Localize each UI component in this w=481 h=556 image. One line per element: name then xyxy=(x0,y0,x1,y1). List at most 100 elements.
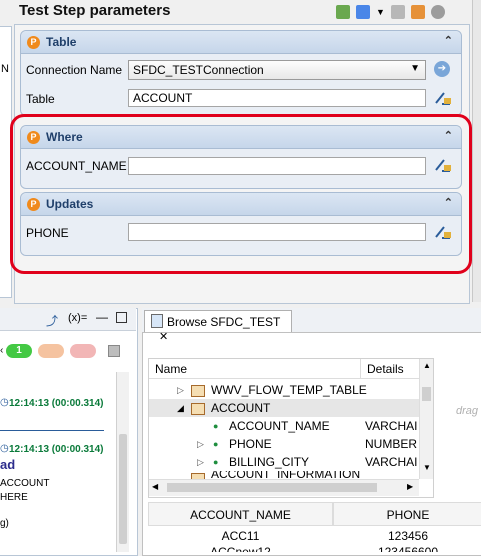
results-scrollbar[interactable] xyxy=(116,372,129,552)
edit-value-icon[interactable] xyxy=(434,157,452,173)
tree-row-name: WWV_FLOW_TEMP_TABLE xyxy=(211,383,367,397)
minimize-icon[interactable]: — xyxy=(96,310,108,324)
warning-count-badge xyxy=(38,344,64,358)
page-title: Test Step parameters xyxy=(19,2,171,19)
tab-label: Browse SFDC_TEST xyxy=(167,315,281,329)
browse-icon xyxy=(151,314,163,328)
navigate-icon[interactable]: ➔ xyxy=(434,61,450,77)
tree-row-name: ACCOUNT xyxy=(211,401,271,415)
expand-icon[interactable]: ▷ xyxy=(177,381,184,399)
tree-row-name: ACCOUNT_NAME xyxy=(229,419,330,433)
table-icon xyxy=(191,403,205,415)
data-grid: ACCOUNT_NAME PHONE ACC11 123456 ACCnew12… xyxy=(148,502,481,552)
tree-row-details: VARCHAI xyxy=(365,455,418,469)
connection-name-label: Connection Name xyxy=(26,63,123,77)
where-section-header[interactable]: P Where ⌃ xyxy=(21,126,461,149)
grid-cell[interactable]: ACCnew12 xyxy=(148,542,333,552)
pass-count-badge: 1 xyxy=(6,344,32,358)
table-label: Table xyxy=(26,92,55,106)
grid-cell[interactable]: 123456600 xyxy=(333,542,481,552)
connection-select[interactable]: SFDC_TESTConnection ▼ xyxy=(128,60,426,80)
check-icon[interactable] xyxy=(390,5,405,19)
column-icon: ● xyxy=(213,421,219,431)
log-line: ACCOUNT xyxy=(0,478,50,489)
updates-section-header[interactable]: P Updates ⌃ xyxy=(21,193,461,216)
tree-row[interactable]: ▷ ● PHONE NUMBER xyxy=(149,435,419,453)
scrollbar-thumb[interactable] xyxy=(167,483,377,492)
tree-row[interactable]: ▷ ● BILLING_CITY VARCHAI xyxy=(149,453,419,471)
grid-column-header[interactable]: ACCOUNT_NAME xyxy=(148,502,333,526)
close-icon[interactable]: ✕ xyxy=(159,331,168,343)
tree-scrollbar-v[interactable]: ▲ ▼ xyxy=(419,359,433,479)
table-input[interactable]: ACCOUNT xyxy=(128,89,426,107)
collapse-icon[interactable]: ◢ xyxy=(177,399,184,417)
scrollbar-thumb[interactable] xyxy=(422,387,431,401)
phone-input[interactable] xyxy=(128,223,426,241)
scroll-up-icon[interactable]: ▲ xyxy=(423,361,431,370)
tree-view: Name Details ▲ ▼ ▷ WWV_FLOW_TEMP_TABLE ◢… xyxy=(148,358,434,498)
tree-row[interactable]: ● ACCOUNT_NAME VARCHAI xyxy=(149,417,419,435)
account-name-label: ACCOUNT_NAME xyxy=(26,159,127,173)
export-icon[interactable] xyxy=(410,5,425,19)
drag-hint: drag xyxy=(456,405,479,417)
scrollbar-thumb[interactable] xyxy=(119,434,127,544)
tree-row-name: BILLING_CITY xyxy=(229,455,310,469)
log-line: HERE xyxy=(0,492,28,503)
tree-row-name: ACCOUNT_INFORMATION xyxy=(211,471,361,479)
maximize-icon[interactable] xyxy=(116,312,127,323)
parameter-icon: P xyxy=(27,130,40,144)
table-section-header[interactable]: P Table ⌃ xyxy=(21,31,461,54)
tree-row-selected[interactable]: ◢ ACCOUNT xyxy=(149,399,419,417)
toolbar: ▼ xyxy=(336,5,445,19)
stop-icon[interactable] xyxy=(108,345,120,357)
clock-icon: ◷ xyxy=(0,443,9,454)
add-param-icon[interactable] xyxy=(336,5,350,19)
edit-value-icon[interactable] xyxy=(434,90,452,106)
pin-icon[interactable] xyxy=(356,5,370,19)
sidebar-label: N xyxy=(1,63,9,75)
scroll-down-icon[interactable]: ▼ xyxy=(423,463,431,472)
column-icon: ● xyxy=(213,439,219,449)
step-name: ad xyxy=(0,457,16,472)
tree-row-details: NUMBER xyxy=(365,437,418,451)
error-count-badge xyxy=(70,344,96,358)
scroll-right-icon[interactable]: ▶ xyxy=(407,482,413,491)
column-header-name[interactable]: Name xyxy=(149,359,361,379)
account-name-input[interactable] xyxy=(128,157,426,175)
expand-icon[interactable]: ▷ xyxy=(197,453,204,471)
column-header-details[interactable]: Details xyxy=(361,359,421,379)
tab-browse-sfdc-test[interactable]: Browse SFDC_TEST ✕ xyxy=(144,310,292,343)
column-icon: ● xyxy=(213,457,219,467)
tree-row[interactable]: ACCOUNT_INFORMATION xyxy=(149,471,419,479)
export-icon[interactable]: ⤴ xyxy=(46,312,58,329)
right-edge xyxy=(472,0,481,302)
chevron-down-icon[interactable]: ▼ xyxy=(376,7,385,17)
gear-icon[interactable] xyxy=(430,5,445,19)
edit-value-icon[interactable] xyxy=(434,224,452,240)
step-time: 12:14:13 (00:00.314) xyxy=(9,398,104,409)
chevron-down-icon: ▼ xyxy=(410,63,420,74)
collapse-icon[interactable]: ⌃ xyxy=(444,34,453,47)
phone-label: PHONE xyxy=(26,226,69,240)
updates-section-title: Updates xyxy=(46,197,94,211)
tree-scrollbar-h[interactable]: ◀ ▶ xyxy=(149,479,419,496)
status-arrow: ‹ xyxy=(0,345,4,356)
tree-row-details: VARCHAI xyxy=(365,419,418,433)
parameter-icon: P xyxy=(27,35,40,49)
tree-row[interactable]: ▷ WWV_FLOW_TEMP_TABLE xyxy=(149,381,419,399)
scroll-left-icon[interactable]: ◀ xyxy=(152,482,158,491)
expressions-label[interactable]: (x)= xyxy=(68,312,87,324)
table-section-title: Table xyxy=(46,35,77,49)
tree-row-name: PHONE xyxy=(229,437,272,451)
table-icon xyxy=(191,385,205,397)
where-section-title: Where xyxy=(46,130,83,144)
clock-icon: ◷ xyxy=(0,397,9,408)
grid-column-header[interactable]: PHONE xyxy=(333,502,481,526)
parameter-icon: P xyxy=(27,197,40,211)
collapse-icon[interactable]: ⌃ xyxy=(444,129,453,142)
divider xyxy=(0,430,104,431)
expand-icon[interactable]: ▷ xyxy=(197,435,204,453)
log-line: g) xyxy=(0,518,9,529)
results-toolbar: ⤴ (x)= — xyxy=(0,308,136,331)
collapse-icon[interactable]: ⌃ xyxy=(444,196,453,209)
